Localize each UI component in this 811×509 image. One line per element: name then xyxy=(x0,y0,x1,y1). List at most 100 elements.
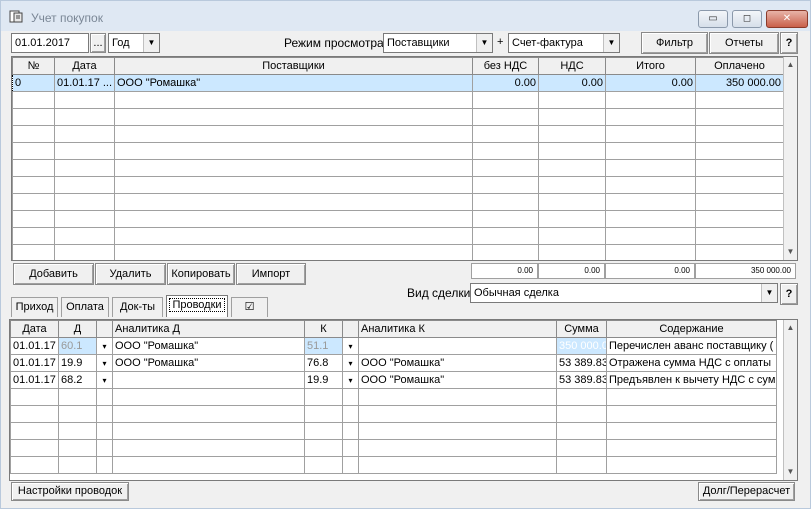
entry-debit[interactable]: 19.9 xyxy=(58,354,97,372)
reports-button[interactable]: Отчеты xyxy=(709,32,779,54)
filter-button[interactable]: Фильтр xyxy=(641,32,708,54)
debt-recalc-button[interactable]: Долг/Перерасчет xyxy=(698,482,795,501)
entry-amount[interactable]: 53 389.83 xyxy=(556,371,607,389)
entries-grid[interactable]: Дата Д Аналитика Д К Аналитика К Сумма С… xyxy=(9,319,798,481)
help-button[interactable]: ? xyxy=(780,32,798,54)
scroll-up-icon[interactable]: ▲ xyxy=(784,57,797,73)
col-date[interactable]: Дата xyxy=(54,57,115,75)
close-button[interactable]: ✕ xyxy=(766,10,808,28)
entries-settings-button[interactable]: Настройки проводок xyxy=(11,482,129,501)
entry-credit-analytics[interactable]: ООО "Ромашка" xyxy=(358,354,557,372)
entry-description[interactable]: Отражена сумма НДС с оплаты xyxy=(606,354,777,372)
suppliers-grid[interactable]: № Дата Поставщики без НДС НДС Итого Опла… xyxy=(11,56,798,261)
entries-scrollbar[interactable]: ▲ ▼ xyxy=(783,320,797,480)
table-row[interactable]: 01.01.17 68.2 ▾ 19.9 ▾ ООО "Ромашка" 53 … xyxy=(10,371,777,389)
col-vat[interactable]: НДС xyxy=(538,57,606,75)
doc-type-select[interactable]: Счет-фактура ▼ xyxy=(508,33,620,53)
tab-payment[interactable]: Оплата xyxy=(61,297,109,317)
entry-credit[interactable]: 76.8 xyxy=(304,354,343,372)
table-row[interactable]: 0 01.01.17 ... ООО "Ромашка" 0.00 0.00 0… xyxy=(12,74,784,92)
entry-credit[interactable]: 51.1 xyxy=(304,337,343,355)
table-row[interactable]: 01.01.17 60.1 ▾ ООО "Ромашка" 51.1 ▾ 350… xyxy=(10,337,777,355)
entry-debit-analytics[interactable]: ООО "Ромашка" xyxy=(112,337,305,355)
empty-row[interactable] xyxy=(12,159,784,177)
empty-row[interactable] xyxy=(10,422,777,440)
scroll-down-icon[interactable]: ▼ xyxy=(784,244,797,260)
title-bar[interactable]: Учет покупок ▭ ◻ ✕ xyxy=(1,1,810,31)
suppliers-scrollbar[interactable]: ▲ ▼ xyxy=(783,57,797,260)
entry-credit[interactable]: 19.9 xyxy=(304,371,343,389)
empty-row[interactable] xyxy=(12,125,784,143)
entry-credit-analytics[interactable]: ООО "Ромашка" xyxy=(358,371,557,389)
empty-row[interactable] xyxy=(10,439,777,457)
col-debit[interactable]: Д xyxy=(58,320,97,338)
entry-debit-analytics[interactable]: ООО "Ромашка" xyxy=(112,354,305,372)
scroll-up-icon[interactable]: ▲ xyxy=(784,320,797,336)
chevron-down-icon[interactable]: ▾ xyxy=(342,354,359,372)
entry-date[interactable]: 01.01.17 xyxy=(10,354,59,372)
entry-debit[interactable]: 68.2 xyxy=(58,371,97,389)
entry-amount[interactable]: 350 000.00 xyxy=(556,337,607,355)
add-button[interactable]: Добавить xyxy=(13,263,94,285)
tab-checkbox[interactable]: ☑ xyxy=(231,297,268,317)
empty-row[interactable] xyxy=(12,142,784,160)
chevron-down-icon[interactable]: ▾ xyxy=(96,337,113,355)
chevron-down-icon[interactable]: ▾ xyxy=(96,354,113,372)
row-net[interactable]: 0.00 xyxy=(472,74,539,92)
empty-row[interactable] xyxy=(12,193,784,211)
col-entry-date[interactable]: Дата xyxy=(10,320,59,338)
tab-documents[interactable]: Док-ты xyxy=(112,297,163,317)
empty-row[interactable] xyxy=(10,456,777,474)
empty-row[interactable] xyxy=(10,388,777,406)
maximize-button[interactable]: ◻ xyxy=(732,10,762,28)
row-date[interactable]: 01.01.17 ... xyxy=(54,74,115,92)
empty-row[interactable] xyxy=(12,227,784,245)
empty-row[interactable] xyxy=(12,91,784,109)
entry-amount[interactable]: 53 389.83 xyxy=(556,354,607,372)
col-credit-analytics[interactable]: Аналитика К xyxy=(358,320,557,338)
period-select[interactable]: Год ▼ xyxy=(108,33,160,53)
col-net[interactable]: без НДС xyxy=(472,57,539,75)
entry-debit-analytics[interactable] xyxy=(112,371,305,389)
col-debit-analytics[interactable]: Аналитика Д xyxy=(112,320,305,338)
empty-row[interactable] xyxy=(12,210,784,228)
delete-button[interactable]: Удалить xyxy=(95,263,166,285)
entry-date[interactable]: 01.01.17 xyxy=(10,337,59,355)
tab-income[interactable]: Приход xyxy=(11,297,58,317)
scroll-down-icon[interactable]: ▼ xyxy=(784,464,797,480)
chevron-down-icon[interactable]: ▾ xyxy=(96,371,113,389)
row-vat[interactable]: 0.00 xyxy=(538,74,606,92)
col-paid[interactable]: Оплачено xyxy=(695,57,784,75)
entry-credit-analytics[interactable] xyxy=(358,337,557,355)
empty-row[interactable] xyxy=(12,108,784,126)
date-picker-button[interactable]: ... xyxy=(90,33,106,53)
entry-description[interactable]: Предъявлен к вычету НДС с сум xyxy=(606,371,777,389)
entry-debit[interactable]: 60.1 xyxy=(58,337,97,355)
row-number[interactable]: 0 xyxy=(12,74,55,92)
deal-help-button[interactable]: ? xyxy=(780,283,798,305)
minimize-button[interactable]: ▭ xyxy=(698,10,728,28)
col-description[interactable]: Содержание xyxy=(606,320,777,338)
chevron-down-icon[interactable]: ▾ xyxy=(342,371,359,389)
empty-row[interactable] xyxy=(12,244,784,260)
date-field[interactable]: 01.01.2017 xyxy=(11,33,89,53)
mode-select[interactable]: Поставщики ▼ xyxy=(383,33,493,53)
col-supplier[interactable]: Поставщики xyxy=(114,57,473,75)
copy-button[interactable]: Копировать xyxy=(167,263,235,285)
row-total[interactable]: 0.00 xyxy=(605,74,696,92)
deal-type-select[interactable]: Обычная сделка ▼ xyxy=(470,283,778,303)
col-number[interactable]: № xyxy=(12,57,55,75)
chevron-down-icon[interactable]: ▾ xyxy=(342,337,359,355)
row-supplier[interactable]: ООО "Ромашка" xyxy=(114,74,473,92)
empty-row[interactable] xyxy=(10,405,777,423)
col-total[interactable]: Итого xyxy=(605,57,696,75)
entry-description[interactable]: Перечислен аванс поставщику ( xyxy=(606,337,777,355)
entry-date[interactable]: 01.01.17 xyxy=(10,371,59,389)
import-button[interactable]: Импорт xyxy=(236,263,306,285)
empty-row[interactable] xyxy=(12,176,784,194)
row-paid[interactable]: 350 000.00 xyxy=(695,74,784,92)
col-credit[interactable]: К xyxy=(304,320,343,338)
tab-entries[interactable]: Проводки xyxy=(166,295,228,317)
col-amount[interactable]: Сумма xyxy=(556,320,607,338)
table-row[interactable]: 01.01.17 19.9 ▾ ООО "Ромашка" 76.8 ▾ ООО… xyxy=(10,354,777,372)
